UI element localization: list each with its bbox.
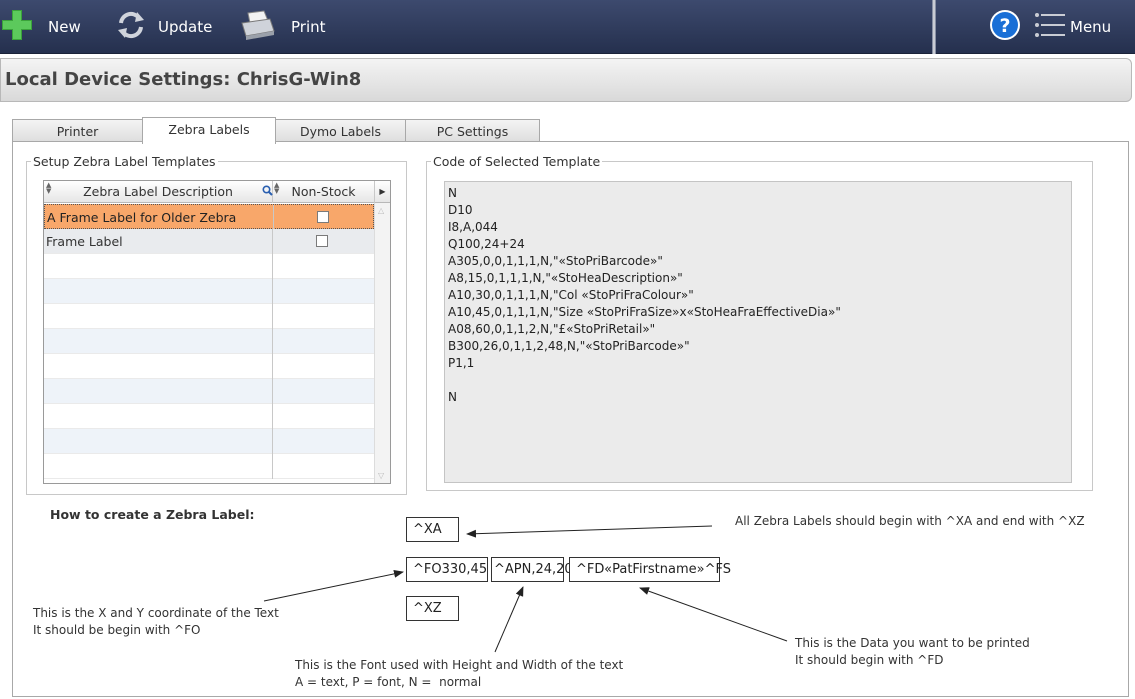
- note-data-line1: This is the Data you want to be printed: [795, 636, 1030, 650]
- note-font-line1: This is the Font used with Height and Wi…: [295, 658, 624, 672]
- help-arrows: [263, 525, 788, 653]
- note-xy-line1: This is the X and Y coordinate of the Te…: [33, 606, 279, 620]
- note-font-line2: A = text, P = font, N = normal: [295, 675, 482, 689]
- tab-label: Zebra Labels: [168, 122, 250, 137]
- tab-zebra-labels[interactable]: Zebra Labels: [142, 117, 276, 144]
- arrow-to-xa: [466, 525, 713, 538]
- arrow-to-fd: [639, 587, 788, 642]
- note-begin-end: All Zebra Labels should begin with ^XA a…: [735, 514, 1085, 528]
- arrow-to-fo: [263, 569, 404, 602]
- note-data-line2: It should begin with ^FD: [795, 653, 944, 667]
- note-xy-line2: It should be begin with ^FO: [33, 623, 201, 637]
- arrow-to-apn: [494, 586, 524, 653]
